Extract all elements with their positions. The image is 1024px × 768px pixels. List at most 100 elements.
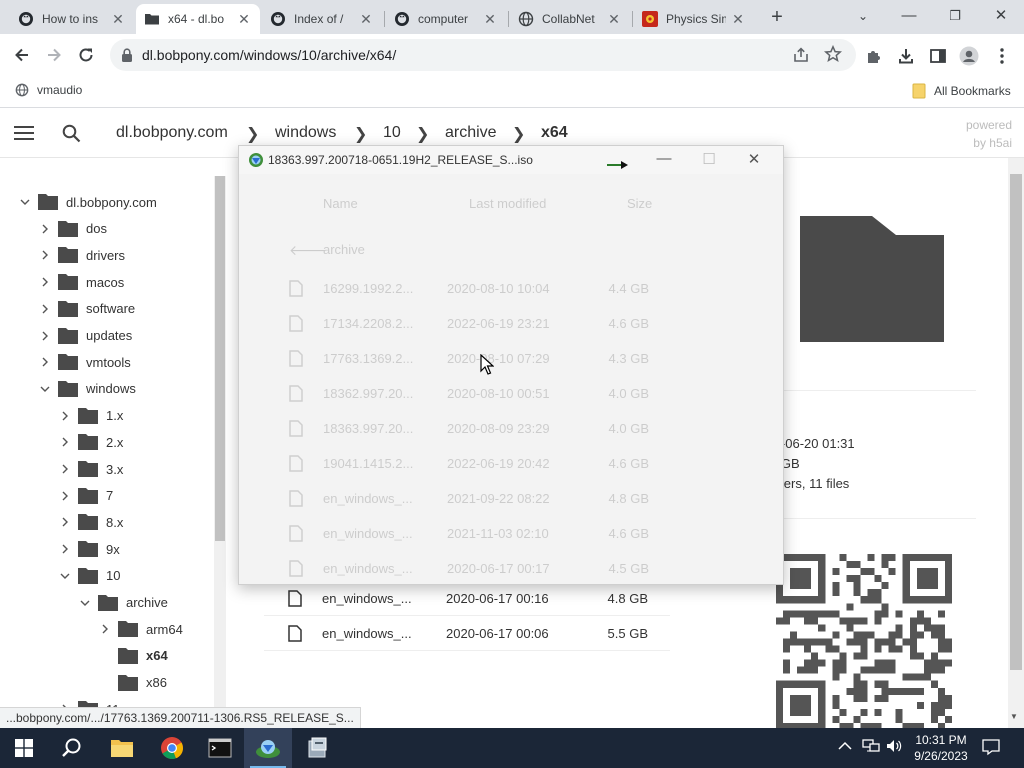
tab-search-button[interactable]: ⌄ [840, 0, 886, 34]
tree-item-arm64[interactable]: arm64 [98, 616, 183, 642]
tab-physics-sim[interactable]: Physics Sim ✕ [634, 4, 754, 34]
breadcrumb-root[interactable]: dl.bobpony.com [116, 124, 228, 142]
close-tab-icon[interactable]: ✕ [110, 11, 126, 28]
tree-item-software[interactable]: software [38, 296, 135, 322]
side-panel-icon[interactable] [928, 46, 948, 66]
file-name[interactable]: en_windows_... [322, 626, 422, 641]
tree-item-9x[interactable]: 9x [58, 536, 120, 562]
breadcrumb-archive[interactable]: archive [445, 124, 497, 142]
url-text[interactable]: dl.bobpony.com/windows/10/archive/x64/ [142, 47, 396, 63]
tree-item-8-x[interactable]: 8.x [58, 509, 123, 535]
notification-icon[interactable] [982, 738, 1000, 759]
tab-how-to-install[interactable]: How to ins ✕ [10, 4, 134, 34]
downloads-icon[interactable] [896, 46, 916, 66]
dialog-close-button[interactable]: ✕ [739, 150, 769, 170]
tree-item-vmtools[interactable]: vmtools [38, 349, 131, 375]
breadcrumb-10[interactable]: 10 [383, 124, 401, 142]
chevron-right-icon[interactable] [58, 542, 72, 556]
download-dialog[interactable]: 18363.997.200718-0651.19H2_RELEASE_S...i… [238, 145, 784, 585]
share-icon[interactable] [792, 46, 810, 67]
close-tab-icon[interactable]: ✕ [482, 11, 498, 28]
tree-item-2-x[interactable]: 2.x [58, 429, 123, 455]
tree-item-archive[interactable]: archive [78, 590, 168, 616]
dialog-maximize-button[interactable]: ☐ [694, 150, 724, 170]
tree-item-dl-bobpony-com[interactable]: dl.bobpony.com [18, 189, 157, 215]
reload-button[interactable] [73, 42, 99, 68]
table-row[interactable]: en_windows_... 2020-06-17 00:06 5.5 GB [264, 616, 670, 651]
chevron-down-icon[interactable] [18, 195, 32, 209]
tree-item-x64[interactable]: x64 [98, 643, 168, 669]
chevron-right-icon[interactable] [38, 275, 52, 289]
taskbar-file-explorer[interactable] [98, 728, 146, 768]
dialog-titlebar[interactable]: 18363.997.200718-0651.19H2_RELEASE_S...i… [239, 146, 783, 174]
chevron-down-icon[interactable] [38, 382, 52, 396]
taskbar-installer[interactable] [294, 728, 342, 768]
chevron-right-icon[interactable] [58, 435, 72, 449]
chevron-down-icon[interactable] [58, 569, 72, 583]
back-button[interactable] [9, 42, 35, 68]
tree-item-7[interactable]: 7 [58, 483, 113, 509]
tree-item-macos[interactable]: macos [38, 269, 124, 295]
tree-item-updates[interactable]: updates [38, 323, 132, 349]
tree-item-10[interactable]: 10 [58, 563, 120, 589]
tree-item-1-x[interactable]: 1.x [58, 403, 123, 429]
tab-computer[interactable]: computer ✕ [386, 4, 506, 34]
close-window-button[interactable]: ✕ [978, 0, 1024, 34]
tree-item-x86[interactable]: x86 [98, 670, 167, 696]
tree-item-windows[interactable]: windows [38, 376, 136, 402]
minimize-button[interactable]: — [886, 0, 932, 34]
hamburger-menu-icon[interactable] [14, 125, 34, 144]
close-tab-icon[interactable]: ✕ [358, 11, 374, 28]
tree-item-dos[interactable]: dos [38, 216, 107, 242]
chevron-right-icon[interactable] [38, 222, 52, 236]
chevron-right-icon[interactable] [38, 248, 52, 262]
close-tab-icon[interactable]: ✕ [606, 11, 622, 28]
chevron-right-icon[interactable] [58, 489, 72, 503]
taskbar-idm[interactable] [244, 728, 292, 768]
close-tab-icon[interactable]: ✕ [730, 11, 746, 28]
lock-icon[interactable] [120, 47, 134, 66]
breadcrumb-current[interactable]: x64 [541, 124, 568, 142]
chevron-right-icon[interactable] [38, 302, 52, 316]
scroll-down-arrow-icon[interactable]: ▼ [1010, 712, 1018, 721]
chevron-right-icon[interactable] [38, 329, 52, 343]
restore-button[interactable]: ❐ [932, 0, 978, 34]
chevron-right-icon[interactable] [58, 462, 72, 476]
address-bar[interactable]: dl.bobpony.com/windows/10/archive/x64/ [110, 39, 856, 71]
chevron-right-icon[interactable] [98, 622, 112, 636]
network-icon[interactable] [862, 738, 880, 757]
chevron-right-icon[interactable] [58, 409, 72, 423]
tab-index-of[interactable]: Index of / ✕ [262, 4, 382, 34]
taskbar-terminal[interactable] [196, 728, 244, 768]
page-scrollbar-thumb[interactable] [1010, 174, 1022, 670]
taskbar-chrome[interactable] [148, 728, 196, 768]
tab-x64[interactable]: x64 - dl.bo ✕ [136, 4, 260, 34]
chevron-down-icon[interactable] [78, 596, 92, 610]
tree-item-3-x[interactable]: 3.x [58, 456, 123, 482]
forward-button[interactable] [41, 42, 67, 68]
system-clock[interactable]: 10:31 PM 9/26/2023 [912, 732, 970, 764]
dialog-minimize-button[interactable]: — [649, 150, 679, 170]
breadcrumb-windows[interactable]: windows [275, 124, 336, 142]
powered-by-h5ai[interactable]: powered by h5ai [966, 116, 1012, 152]
search-button[interactable] [48, 728, 96, 768]
file-name[interactable]: en_windows_... [322, 591, 422, 606]
table-row[interactable]: en_windows_... 2020-06-17 00:16 4.8 GB [264, 581, 670, 616]
bookmark-all-bookmarks[interactable]: All Bookmarks [912, 83, 1011, 99]
tree-item-drivers[interactable]: drivers [38, 242, 125, 268]
new-tab-button[interactable]: + [766, 6, 788, 28]
volume-icon[interactable] [886, 738, 904, 757]
chevron-right-icon[interactable] [58, 515, 72, 529]
bookmark-star-icon[interactable] [823, 44, 843, 66]
extensions-icon[interactable] [864, 46, 884, 66]
bookmark-vmaudio[interactable]: vmaudio [15, 83, 82, 97]
close-tab-icon[interactable]: ✕ [236, 11, 252, 28]
search-icon[interactable] [62, 124, 81, 146]
menu-kebab-icon[interactable] [992, 46, 1012, 66]
start-button[interactable] [0, 728, 48, 768]
profile-avatar-icon[interactable] [959, 46, 979, 66]
sidebar-scrollbar-thumb[interactable] [215, 176, 225, 541]
tab-collabnet[interactable]: CollabNet ✕ [510, 4, 630, 34]
chevron-right-icon[interactable] [38, 355, 52, 369]
chevron-up-icon[interactable] [838, 740, 852, 754]
